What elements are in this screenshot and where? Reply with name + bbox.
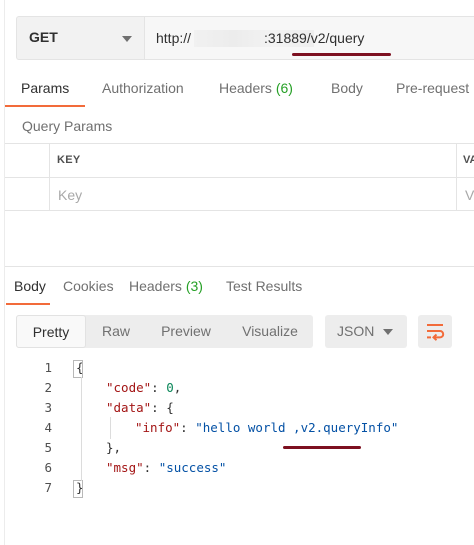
view-visualize-button[interactable]: Visualize	[234, 315, 306, 348]
view-preview-button[interactable]: Preview	[152, 315, 220, 348]
line-number: 4	[44, 420, 52, 435]
indent-guide	[110, 417, 111, 439]
code-line: 3 "data": {	[0, 400, 474, 420]
url-path: :31889/v2/query	[264, 30, 365, 46]
json-key: "data"	[106, 400, 152, 415]
code-line: 7 }	[0, 480, 474, 500]
code-line: 4 "info": "hello world ,v2.queryInfo"	[0, 420, 474, 440]
active-tab-indicator	[6, 303, 50, 305]
annotation-underline-info	[283, 446, 361, 449]
json-separator: :	[180, 420, 196, 435]
view-mode-group: Pretty Raw Preview Visualize	[16, 315, 313, 348]
line-number: 1	[44, 360, 52, 375]
params-table: KEY VA Key V	[5, 143, 474, 211]
tab-label: Params	[21, 80, 70, 96]
tab-label: Body	[331, 80, 363, 96]
code-line: 2 "code": 0,	[0, 380, 474, 400]
code-text: },	[106, 440, 121, 455]
method-select[interactable]: GET	[16, 16, 144, 60]
code-line: 5 },	[0, 440, 474, 460]
tab-response-body[interactable]: Body	[14, 278, 46, 294]
section-divider	[5, 266, 474, 267]
line-number: 2	[44, 380, 52, 395]
code-text: "data": {	[106, 400, 174, 415]
line-number: 3	[44, 400, 52, 415]
response-body-code[interactable]: 1 { 2 "code": 0, 3 "data": { 4 "info": "…	[0, 358, 474, 508]
wrap-lines-icon	[427, 324, 445, 341]
wrap-lines-button[interactable]	[418, 315, 452, 348]
json-separator: :	[151, 400, 167, 415]
json-key: "code"	[106, 380, 152, 395]
tab-label: Cookies	[63, 278, 114, 294]
tab-params[interactable]: Params	[21, 80, 69, 96]
column-header-key: KEY	[57, 154, 81, 166]
code-line: 6 "msg": "success"	[0, 460, 474, 480]
json-separator: :	[151, 380, 167, 395]
column-divider	[456, 144, 457, 211]
tab-label: Headers	[129, 278, 182, 294]
tab-body[interactable]: Body	[331, 80, 363, 96]
line-number: 6	[44, 460, 52, 475]
brace: {	[166, 400, 174, 415]
query-params-title: Query Params	[22, 118, 113, 134]
tab-headers[interactable]: Headers (6)	[219, 80, 293, 96]
code-text: "info": "hello world ,v2.queryInfo"	[135, 420, 398, 435]
column-divider	[49, 144, 50, 211]
row-divider	[5, 177, 474, 178]
tab-count: (3)	[185, 278, 203, 294]
column-header-value: VA	[463, 154, 474, 166]
bracket-match-highlight	[73, 360, 83, 378]
tab-pre-request[interactable]: Pre-request	[396, 80, 469, 96]
tab-label: Pre-request	[396, 80, 470, 96]
method-label: GET	[29, 29, 58, 45]
view-raw-button[interactable]: Raw	[92, 315, 140, 348]
brace: },	[106, 440, 122, 455]
chevron-down-icon	[383, 329, 393, 335]
indent-guide	[81, 377, 82, 481]
json-string: "success"	[158, 460, 227, 475]
tab-response-headers[interactable]: Headers (3)	[129, 278, 203, 294]
json-number: 0	[166, 380, 174, 395]
url-prefix: http://	[156, 30, 192, 46]
format-label: JSON	[337, 323, 375, 339]
tab-label: Headers	[219, 80, 272, 96]
chevron-down-icon	[122, 36, 132, 42]
code-text: "msg": "success"	[106, 460, 226, 475]
tab-test-results[interactable]: Test Results	[226, 278, 302, 294]
code-line: 1 {	[0, 360, 474, 380]
format-select[interactable]: JSON	[325, 315, 407, 348]
json-string: "hello world ,v2.queryInfo"	[195, 420, 399, 435]
tab-label: Authorization	[102, 80, 184, 96]
json-key: "msg"	[106, 460, 144, 475]
json-key: "info"	[135, 420, 181, 435]
tab-label: Test Results	[226, 278, 303, 294]
json-comma: ,	[173, 380, 182, 395]
tab-count: (6)	[275, 80, 293, 96]
active-tab-indicator	[5, 105, 85, 107]
tab-cookies[interactable]: Cookies	[63, 278, 114, 294]
tab-authorization[interactable]: Authorization	[102, 80, 184, 96]
json-separator: :	[143, 460, 159, 475]
annotation-underline-url	[292, 53, 391, 56]
bracket-match-highlight	[73, 480, 83, 498]
tab-label: Body	[14, 278, 46, 294]
value-input[interactable]: V	[465, 187, 474, 203]
key-input[interactable]: Key	[58, 187, 82, 203]
code-text: "code": 0,	[106, 380, 181, 395]
line-number: 7	[44, 480, 52, 495]
request-tabs: Params Authorization Headers (6) Body Pr…	[0, 72, 474, 108]
line-number: 5	[44, 440, 52, 455]
view-pretty-button[interactable]: Pretty	[16, 315, 86, 348]
